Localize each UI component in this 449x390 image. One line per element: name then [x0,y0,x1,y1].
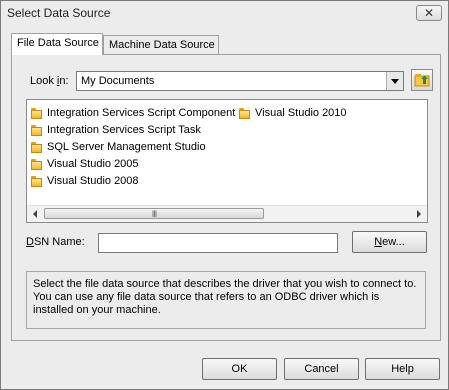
folder-up-icon [414,74,430,87]
ok-button[interactable]: OK [202,358,277,380]
tab-machine-data-source[interactable]: Machine Data Source [103,35,219,55]
title-bar[interactable]: Select Data Source ✕ [1,1,448,25]
up-one-level-button[interactable] [411,69,433,91]
look-in-value: My Documents [81,75,155,87]
help-button[interactable]: Help [365,358,440,380]
new-button[interactable]: New... [352,231,427,253]
look-in-label-part: Look [30,75,57,87]
list-item[interactable]: SQL Server Management Studio [31,139,206,155]
folder-name: Integration Services Script Component [47,107,236,119]
folder-icon [31,175,42,187]
cancel-button-label: Cancel [304,363,339,375]
file-data-source-panel: Look in: My Documents Integration Servic… [11,54,441,341]
close-icon: ✕ [423,6,435,20]
window-title: Select Data Source [7,6,111,20]
description-text: Select the file data source that describ… [33,278,417,316]
help-button-label: Help [391,363,414,375]
folder-name: Visual Studio 2008 [47,175,139,187]
file-list[interactable]: Integration Services Script Component In… [26,99,428,223]
folder-icon [31,124,42,136]
look-in-label: Look in: [30,75,69,87]
scroll-thumb[interactable]: III [44,208,264,219]
tab-file-data-source[interactable]: File Data Source [11,33,103,55]
folder-icon [239,107,250,119]
horizontal-scrollbar[interactable]: III [27,205,427,222]
folder-name: Visual Studio 2005 [47,158,139,170]
dsn-name-label: DSN Name: [26,236,85,248]
scroll-right-icon[interactable] [411,206,427,222]
look-in-dropdown[interactable]: My Documents [76,71,404,91]
chevron-down-icon[interactable] [386,72,403,90]
folder-name: Integration Services Script Task [47,124,201,136]
new-button-label: ew... [382,236,405,248]
folder-icon [31,141,42,153]
folder-icon [31,158,42,170]
folder-icon [31,107,42,119]
list-item[interactable]: Visual Studio 2008 [31,173,139,189]
ok-button-label: OK [231,363,248,375]
look-in-label-part: n: [59,75,69,87]
folder-name: SQL Server Management Studio [47,141,206,153]
list-item[interactable]: Integration Services Script Task [31,122,201,138]
dsn-name-input[interactable] [98,233,338,253]
close-button[interactable]: ✕ [416,5,442,21]
new-button-accel: N [374,236,383,248]
scroll-left-icon[interactable] [27,206,43,222]
tab-label: File Data Source [17,37,99,49]
tab-label: Machine Data Source [109,39,215,51]
dsn-label-part: SN Name: [33,236,85,248]
description-box: Select the file data source that describ… [26,271,426,329]
dsn-label-accel: D [26,236,34,248]
list-item[interactable]: Visual Studio 2010 [239,105,347,121]
list-item[interactable]: Integration Services Script Component [31,105,235,121]
folder-name: Visual Studio 2010 [255,107,347,119]
dialog-window: Select Data Source ✕ File Data Source Ma… [0,0,449,390]
cancel-button[interactable]: Cancel [284,358,359,380]
grip-icon: III [151,208,157,219]
list-item[interactable]: Visual Studio 2005 [31,156,139,172]
